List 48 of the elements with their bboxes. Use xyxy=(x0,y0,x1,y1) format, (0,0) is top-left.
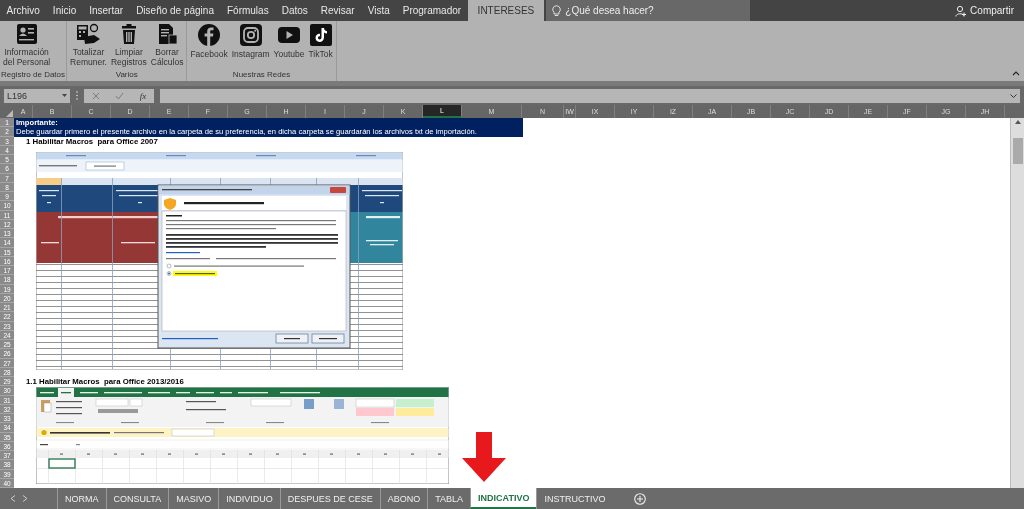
add-sheet-icon[interactable] xyxy=(634,492,647,505)
menu-tab[interactable]: Vista xyxy=(361,0,397,21)
ribbon-button[interactable]: Facebook xyxy=(188,21,230,70)
share-button[interactable]: Compartir xyxy=(945,0,1024,21)
ribbon-button[interactable]: TikTok xyxy=(306,21,335,70)
group-label: Nuestras Redes xyxy=(231,70,292,81)
menu-tab[interactable]: INTERESES xyxy=(467,0,545,21)
name-box[interactable]: L196 xyxy=(4,88,70,103)
next-sheet-icon[interactable] xyxy=(22,495,28,502)
sheet-tab[interactable]: NORMA xyxy=(57,488,106,509)
menu-tab[interactable]: Fórmulas xyxy=(220,0,276,21)
sheet-tab[interactable]: ABONO xyxy=(379,488,428,509)
ribbon-button[interactable]: Instagram xyxy=(229,21,272,70)
cancel-icon[interactable] xyxy=(91,91,100,100)
ribbon-button[interactable]: Borrar Cálculos xyxy=(148,21,186,70)
sheet-tab[interactable]: INDIVIDUO xyxy=(218,488,280,509)
menu-tab[interactable]: Datos xyxy=(275,0,315,21)
insert-function-button[interactable]: fx xyxy=(139,90,147,101)
person-add-icon xyxy=(955,4,968,17)
menu-tab[interactable]: Inicio xyxy=(46,0,83,21)
check-icon[interactable] xyxy=(115,91,125,100)
sheet-tab[interactable]: CONSULTA xyxy=(105,488,169,509)
sheet-tab[interactable]: INDICATIVO xyxy=(470,488,537,509)
scrollbar-thumb[interactable] xyxy=(1012,138,1023,164)
group-label: Varios xyxy=(114,70,139,81)
ribbon-button[interactable]: Totalizar Remuner. xyxy=(68,21,109,70)
group-label: Registro de Datos xyxy=(1,70,66,81)
menu-tab[interactable]: Revisar xyxy=(314,0,362,21)
menu-tab[interactable]: Archivo xyxy=(0,0,47,21)
ribbon-button[interactable]: Información del Personal xyxy=(1,21,53,70)
lightbulb-icon xyxy=(552,4,562,17)
menu-tab[interactable]: Diseño de página xyxy=(129,0,221,21)
formula-input[interactable] xyxy=(160,88,1020,103)
menu-tab[interactable]: Insertar xyxy=(82,0,130,21)
menu-tab[interactable]: Programador xyxy=(396,0,468,21)
tiktok-icon xyxy=(308,23,333,47)
drag-handle-icon xyxy=(76,91,78,100)
sheet-tab[interactable]: MASIVO xyxy=(168,488,219,509)
search-field[interactable]: ¿Qué desea hacer? xyxy=(546,0,751,21)
sheet-tab[interactable]: DESPUES DE CESE xyxy=(279,488,380,509)
expand-icon xyxy=(1010,93,1017,98)
dropdown-icon xyxy=(62,94,67,97)
previous-sheet-icon[interactable] xyxy=(10,495,16,502)
sheet-tab[interactable]: INSTRUCTIVO xyxy=(536,488,613,509)
collapse-icon[interactable] xyxy=(1012,71,1020,76)
ribbon-button[interactable]: Limpiar Registros xyxy=(108,21,149,70)
ribbon-button[interactable]: Youtube xyxy=(271,21,307,70)
arrow-annotation xyxy=(462,432,506,482)
